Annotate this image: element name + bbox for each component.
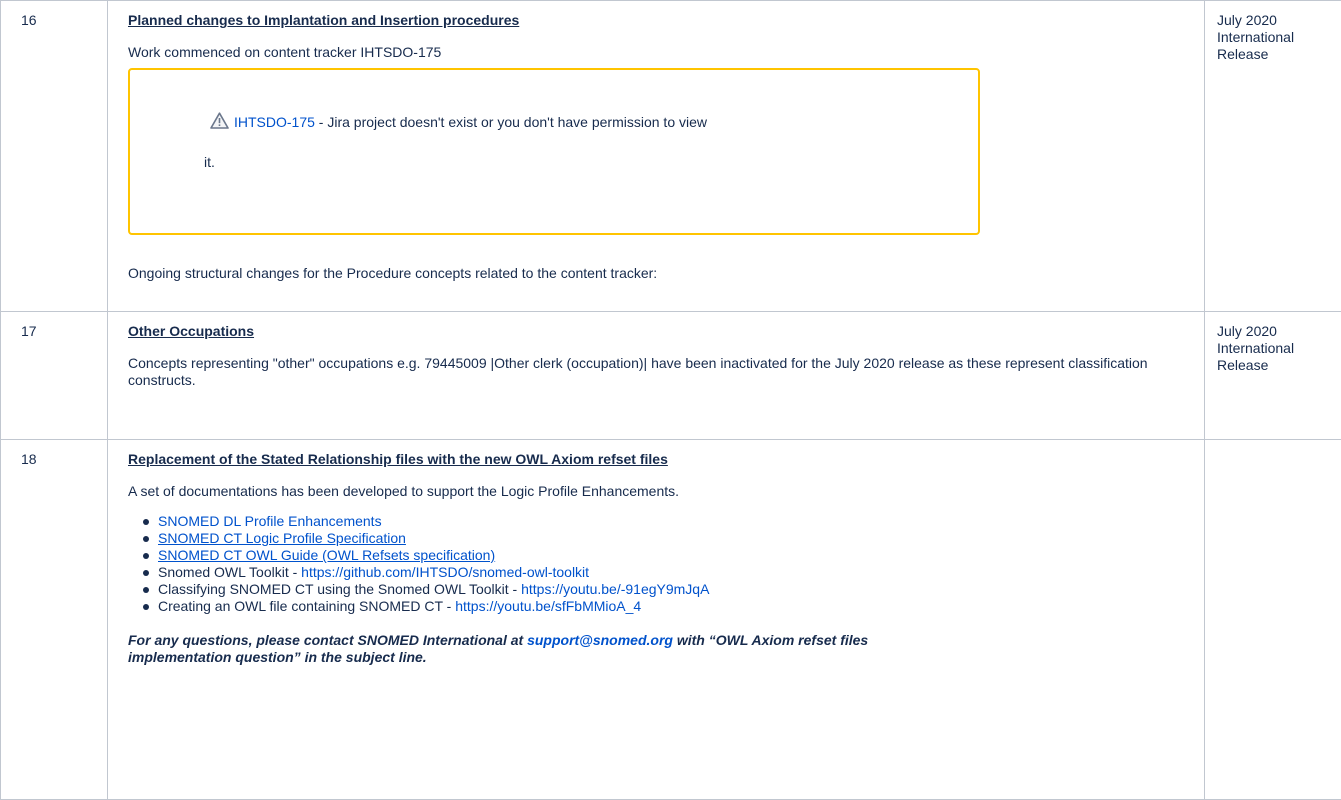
table-row: 18 Replacement of the Stated Relationshi…: [1, 440, 1341, 800]
contact-text: For any questions, please contact SNOMED…: [128, 632, 527, 648]
body-text: Concepts representing "other" occupation…: [128, 355, 1194, 389]
table-row: 17 Other Occupations Concepts representi…: [1, 312, 1341, 440]
section-title: Other Occupations: [128, 323, 1194, 340]
list-item-label: Snomed OWL Toolkit -: [158, 564, 301, 580]
list-item: Creating an OWL file containing SNOMED C…: [158, 598, 1194, 615]
documentation-list: SNOMED DL Profile Enhancements SNOMED CT…: [128, 513, 1194, 615]
owl-file-video-link[interactable]: https://youtu.be/sfFbMMioA_4: [455, 598, 641, 614]
row-description: Replacement of the Stated Relationship f…: [108, 440, 1205, 800]
list-item: SNOMED DL Profile Enhancements: [158, 513, 1194, 530]
list-item: SNOMED CT Logic Profile Specification: [158, 530, 1194, 547]
section-title: Planned changes to Implantation and Inse…: [128, 12, 1194, 29]
release-line: July 2020: [1217, 323, 1335, 340]
jira-error-message: - Jira project doesn't exist or you don'…: [315, 114, 707, 130]
section-title: Replacement of the Stated Relationship f…: [128, 451, 1194, 468]
release-line: Release: [1217, 46, 1335, 63]
release-line: International: [1217, 29, 1335, 46]
dl-profile-enhancements-link[interactable]: SNOMED DL Profile Enhancements: [158, 513, 382, 529]
release-cell: July 2020 International Release: [1205, 1, 1341, 312]
jira-issue-link[interactable]: IHTSDO-175: [234, 114, 315, 130]
release-cell: [1205, 440, 1341, 800]
intro-text: Work commenced on content tracker IHTSDO…: [128, 44, 1194, 61]
logic-profile-specification-link[interactable]: SNOMED CT Logic Profile Specification: [158, 530, 406, 546]
intro-text: A set of documentations has been develop…: [128, 483, 1194, 500]
row-description: Other Occupations Concepts representing …: [108, 312, 1205, 440]
list-item-label: Creating an OWL file containing SNOMED C…: [158, 598, 455, 614]
release-notes-table: 16 Planned changes to Implantation and I…: [0, 0, 1341, 800]
row-number: 18: [1, 440, 108, 800]
row-number: 16: [1, 1, 108, 312]
contact-note: For any questions, please contact SNOMED…: [128, 632, 928, 666]
jira-issue-macro: IHTSDO-175 - Jira project doesn't exist …: [128, 68, 980, 235]
list-item: Snomed OWL Toolkit - https://github.com/…: [158, 564, 1194, 581]
jira-error-line: IHTSDO-175 - Jira project doesn't exist …: [210, 112, 962, 133]
jira-error-message-continued: it.: [204, 154, 962, 171]
followup-text: Ongoing structural changes for the Proce…: [128, 265, 1194, 282]
release-cell: July 2020 International Release: [1205, 312, 1341, 440]
owl-toolkit-github-link[interactable]: https://github.com/IHTSDO/snomed-owl-too…: [301, 564, 589, 580]
release-line: International: [1217, 340, 1335, 357]
row-number: 17: [1, 312, 108, 440]
release-line: Release: [1217, 357, 1335, 374]
classifying-video-link[interactable]: https://youtu.be/-91egY9mJqA: [521, 581, 709, 597]
support-email-link[interactable]: support@snomed.org: [527, 632, 673, 648]
warning-icon: [210, 112, 229, 133]
table-row: 16 Planned changes to Implantation and I…: [1, 1, 1341, 312]
list-item: SNOMED CT OWL Guide (OWL Refsets specifi…: [158, 547, 1194, 564]
list-item-label: Classifying SNOMED CT using the Snomed O…: [158, 581, 521, 597]
list-item: Classifying SNOMED CT using the Snomed O…: [158, 581, 1194, 598]
release-line: July 2020: [1217, 12, 1335, 29]
row-description: Planned changes to Implantation and Inse…: [108, 1, 1205, 312]
owl-guide-link[interactable]: SNOMED CT OWL Guide (OWL Refsets specifi…: [158, 547, 495, 563]
